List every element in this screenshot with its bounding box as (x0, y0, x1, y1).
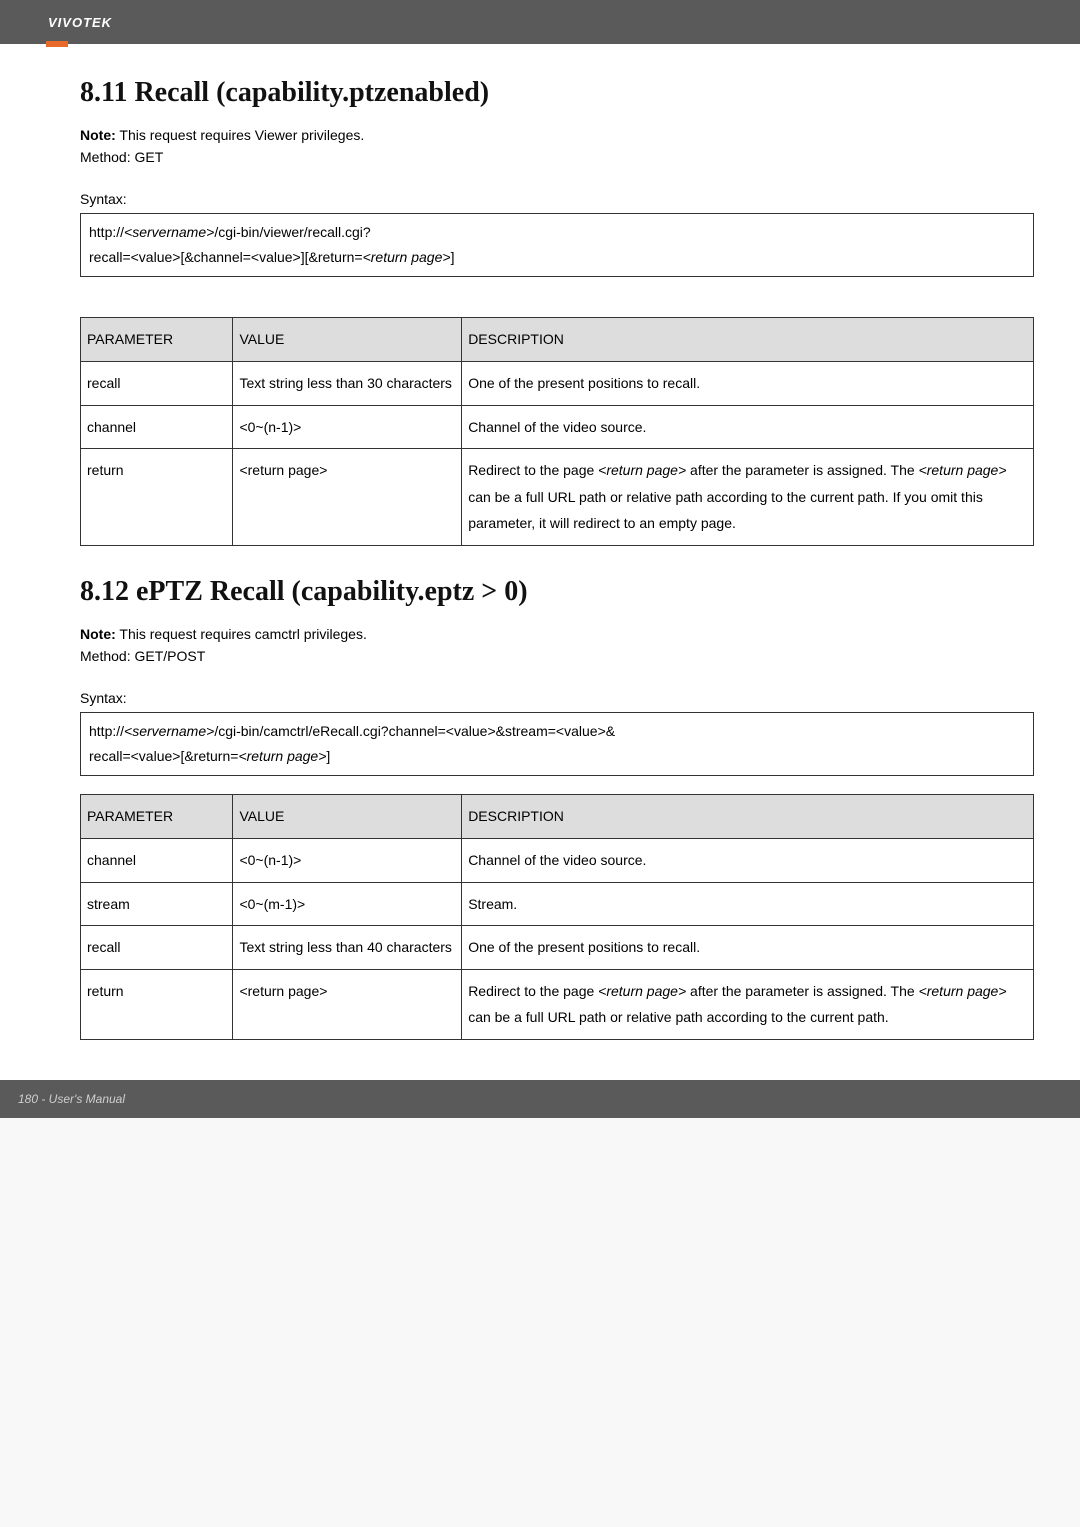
syntax-line1-srv: <servername> (124, 723, 214, 739)
page-header: VIVOTEK (0, 0, 1080, 44)
note-bold: Note: (80, 127, 116, 143)
table-row: recall Text string less than 40 characte… (81, 926, 1034, 970)
syntax-line1-post: /cgi-bin/camctrl/eRecall.cgi?channel=<va… (214, 723, 615, 739)
desc-rp1: <return page> (598, 983, 686, 999)
td-value: <0~(n-1)> (233, 405, 462, 449)
desc-post1: after the parameter is assigned. The (686, 983, 918, 999)
syntax-box: http://<servername>/cgi-bin/camctrl/eRec… (80, 712, 1034, 776)
syntax-label: Syntax: (80, 690, 1034, 706)
th-value: VALUE (233, 795, 462, 839)
td-param: stream (81, 882, 233, 926)
td-value: <return page> (233, 969, 462, 1039)
td-value: <0~(m-1)> (233, 882, 462, 926)
syntax-box: http://<servername>/cgi-bin/viewer/recal… (80, 213, 1034, 277)
desc-post2: can be a full URL path or relative path … (468, 489, 983, 532)
syntax-line2-pre: recall=<value>[&channel=<value>][&return… (89, 249, 363, 265)
td-param: recall (81, 926, 233, 970)
table-header-row: PARAMETER VALUE DESCRIPTION (81, 318, 1034, 362)
note-text: This request requires Viewer privileges. (116, 127, 365, 143)
td-param: channel (81, 405, 233, 449)
note-line: Note: This request requires Viewer privi… (80, 127, 1034, 143)
table-row: recall Text string less than 30 characte… (81, 361, 1034, 405)
td-param: recall (81, 361, 233, 405)
desc-post1: after the parameter is assigned. The (686, 462, 918, 478)
note-bold: Note: (80, 626, 116, 642)
td-desc: One of the present positions to recall. (462, 361, 1034, 405)
th-desc: DESCRIPTION (462, 795, 1034, 839)
syntax-line1-post: /cgi-bin/viewer/recall.cgi? (214, 224, 370, 240)
td-value: Text string less than 40 characters (233, 926, 462, 970)
table-row: channel <0~(n-1)> Channel of the video s… (81, 405, 1034, 449)
syntax-line1-pre: http:// (89, 723, 124, 739)
td-desc: Stream. (462, 882, 1034, 926)
desc-post2: can be a full URL path or relative path … (468, 1009, 889, 1025)
td-param: return (81, 449, 233, 546)
table-row: channel <0~(n-1)> Channel of the video s… (81, 838, 1034, 882)
td-desc: Redirect to the page <return page> after… (462, 969, 1034, 1039)
td-param: channel (81, 838, 233, 882)
th-param: PARAMETER (81, 318, 233, 362)
table-row: stream <0~(m-1)> Stream. (81, 882, 1034, 926)
table-row: return <return page> Redirect to the pag… (81, 969, 1034, 1039)
accent-line (46, 41, 68, 47)
table-row: return <return page> Redirect to the pag… (81, 449, 1034, 546)
th-desc: DESCRIPTION (462, 318, 1034, 362)
brand-text: VIVOTEK (48, 15, 112, 30)
note-text: This request requires camctrl privileges… (116, 626, 367, 642)
page-content: 8.11 Recall (capability.ptzenabled) Note… (0, 77, 1080, 1080)
params-table-1: PARAMETER VALUE DESCRIPTION recall Text … (80, 317, 1034, 546)
syntax-line2-post: ] (326, 748, 330, 764)
syntax-line2-pre: recall=<value>[&return= (89, 748, 238, 764)
syntax-line2-rp: <return page> (363, 249, 451, 265)
params-table-2: PARAMETER VALUE DESCRIPTION channel <0~(… (80, 794, 1034, 1040)
desc-rp2: <return page> (919, 462, 1007, 478)
th-value: VALUE (233, 318, 462, 362)
section-title: 8.11 Recall (capability.ptzenabled) (80, 77, 1034, 109)
section-title: 8.12 ePTZ Recall (capability.eptz > 0) (80, 576, 1034, 608)
table-header-row: PARAMETER VALUE DESCRIPTION (81, 795, 1034, 839)
td-desc: Redirect to the page <return page> after… (462, 449, 1034, 546)
note-line: Note: This request requires camctrl priv… (80, 626, 1034, 642)
desc-pre1: Redirect to the page (468, 462, 598, 478)
td-desc: Channel of the video source. (462, 405, 1034, 449)
page-footer: 180 - User's Manual (0, 1080, 1080, 1118)
td-desc: One of the present positions to recall. (462, 926, 1034, 970)
td-value: <0~(n-1)> (233, 838, 462, 882)
footer-text: 180 - User's Manual (18, 1092, 125, 1106)
syntax-line1-pre: http:// (89, 224, 124, 240)
desc-rp2: <return page> (919, 983, 1007, 999)
th-param: PARAMETER (81, 795, 233, 839)
td-param: return (81, 969, 233, 1039)
method-line: Method: GET (80, 149, 1034, 165)
td-desc: Channel of the video source. (462, 838, 1034, 882)
syntax-line1-srv: <servername> (124, 224, 214, 240)
desc-pre1: Redirect to the page (468, 983, 598, 999)
desc-rp1: <return page> (598, 462, 686, 478)
syntax-line2-post: ] (451, 249, 455, 265)
method-line: Method: GET/POST (80, 648, 1034, 664)
td-value: <return page> (233, 449, 462, 546)
syntax-label: Syntax: (80, 191, 1034, 207)
syntax-line2-rp: <return page> (238, 748, 326, 764)
td-value: Text string less than 30 characters (233, 361, 462, 405)
